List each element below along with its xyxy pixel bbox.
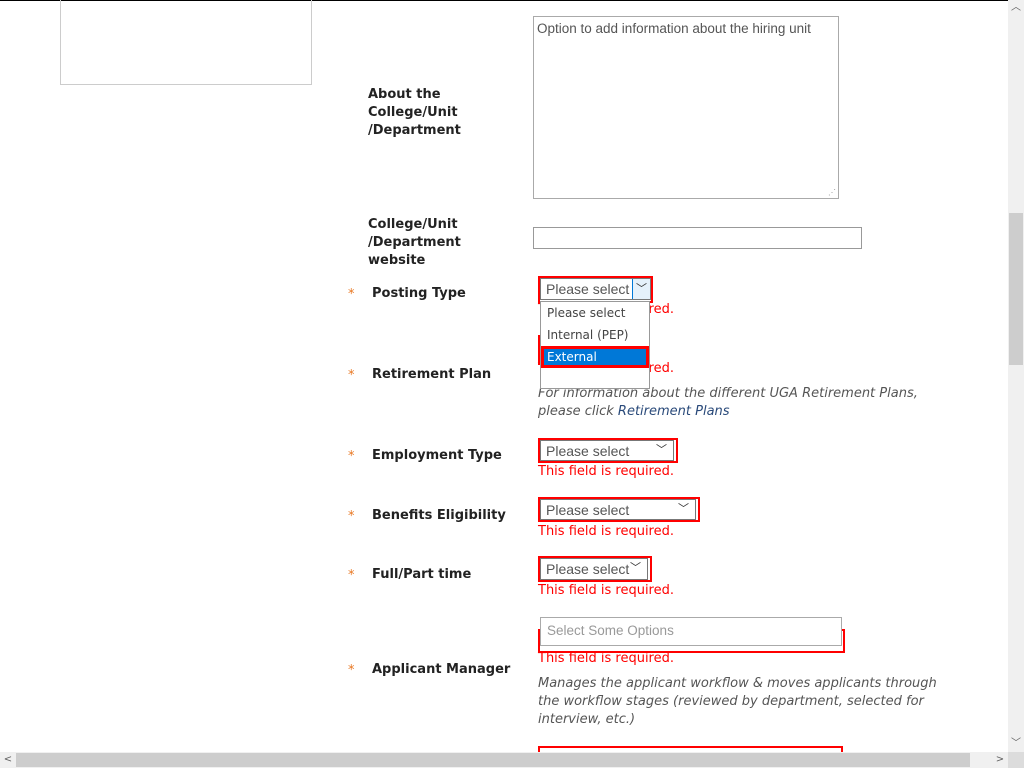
scroll-corner: [1008, 752, 1024, 768]
benefits-label: Benefits Eligibility: [372, 508, 506, 523]
resize-grip-icon[interactable]: ⋰: [828, 188, 836, 197]
applicant-manager-label: Applicant Manager: [372, 662, 511, 677]
applicant-manager-error: This field is required.: [538, 651, 674, 666]
option-please-select[interactable]: Please select: [541, 302, 649, 324]
full-part-select[interactable]: Please select ﹀: [540, 558, 648, 580]
posting-type-value: Please select: [546, 281, 630, 297]
employment-type-label: Employment Type: [372, 448, 502, 463]
applicant-manager-help: Manages the applicant workflow & moves a…: [538, 676, 937, 727]
option-internal-pep[interactable]: Internal (PEP): [541, 324, 649, 346]
benefits-error: This field is required.: [538, 524, 674, 539]
posting-type-dropdown: Please select Internal (PEP) External: [540, 301, 650, 389]
horizontal-scroll-thumb[interactable]: [16, 753, 970, 767]
option-external[interactable]: External: [541, 346, 649, 368]
scroll-up-icon[interactable]: ︿: [1008, 0, 1024, 16]
chevron-down-icon[interactable]: ﹀: [632, 279, 650, 299]
employment-type-value: Please select: [546, 443, 630, 459]
full-part-label: Full/Part time: [372, 567, 472, 582]
full-part-value: Please select: [546, 561, 630, 577]
website-input[interactable]: [533, 227, 862, 249]
required-icon: *: [348, 449, 355, 464]
website-label: College/Unit /Department website: [368, 217, 461, 268]
scroll-right-icon[interactable]: >: [992, 752, 1008, 768]
retirement-plan-label: Retirement Plan: [372, 367, 492, 382]
required-icon: *: [348, 287, 355, 302]
required-icon: *: [348, 368, 355, 383]
about-textarea[interactable]: Option to add information about the hiri…: [533, 16, 839, 199]
retirement-plans-link[interactable]: Retirement Plans: [618, 404, 730, 419]
vertical-scroll-thumb[interactable]: [1009, 213, 1023, 365]
scroll-down-icon[interactable]: ﹀: [1008, 736, 1024, 752]
required-icon: *: [348, 663, 355, 678]
benefits-value: Please select: [546, 502, 630, 518]
posting-type-select[interactable]: Please select ﹀: [540, 278, 651, 300]
retirement-plan-help: For information about the different UGA …: [538, 385, 948, 421]
employment-type-error: This field is required.: [538, 464, 674, 479]
vertical-scrollbar[interactable]: [1008, 0, 1024, 752]
chevron-down-icon: ﹀: [630, 562, 641, 574]
scroll-left-icon[interactable]: <: [0, 752, 16, 768]
required-icon: *: [348, 568, 355, 583]
employment-type-select[interactable]: Please select ﹀: [540, 440, 674, 461]
chevron-down-icon: ﹀: [656, 444, 667, 456]
applicant-manager-input[interactable]: Select Some Options: [540, 617, 842, 646]
full-part-error: This field is required.: [538, 583, 674, 598]
chevron-down-icon: ﹀: [678, 503, 689, 515]
required-icon: *: [348, 509, 355, 524]
about-label: About the College/Unit /Department: [368, 87, 461, 138]
benefits-select[interactable]: Please select ﹀: [540, 499, 696, 520]
about-placeholder: Option to add information about the hiri…: [537, 21, 811, 36]
side-panel: [60, 0, 312, 85]
posting-type-label: Posting Type: [372, 286, 466, 301]
